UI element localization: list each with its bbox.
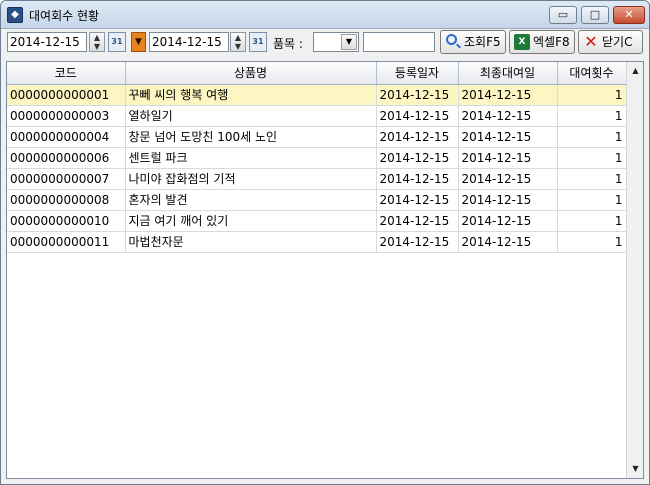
close-button[interactable]: ✕ 닫기C: [578, 30, 643, 54]
cell-product-name[interactable]: 혼자의 발견: [125, 189, 377, 211]
chevron-down-icon[interactable]: ▼: [341, 34, 357, 50]
cell-registered-date[interactable]: 2014-12-15: [376, 210, 459, 232]
cell-rental-count[interactable]: 1: [557, 231, 627, 253]
range-arrow-button[interactable]: ▼: [131, 32, 146, 52]
category-label: 품목 :: [273, 37, 303, 51]
toolbar: 2014-12-15 ▲ ▼ 31 ▼ 2014-12-15 ▲ ▼ 31 품목…: [1, 29, 649, 57]
vertical-scrollbar[interactable]: ▲ ▼: [626, 62, 643, 478]
column-header-last-rental-date[interactable]: 최종대여일: [458, 62, 558, 85]
spin-down-icon[interactable]: ▼: [231, 42, 245, 51]
cell-code[interactable]: 0000000000008: [7, 189, 126, 211]
excel-button-label: 엑셀F8: [533, 35, 570, 49]
table-row[interactable]: 0000000000007 나미야 잡화점의 기적 2014-12-15 201…: [7, 168, 627, 190]
calendar-icon[interactable]: 31: [108, 32, 126, 52]
cell-registered-date[interactable]: 2014-12-15: [376, 84, 459, 106]
cell-rental-count[interactable]: 1: [557, 168, 627, 190]
cell-product-name[interactable]: 열하일기: [125, 105, 377, 127]
cell-registered-date[interactable]: 2014-12-15: [376, 168, 459, 190]
cell-last-rental-date[interactable]: 2014-12-15: [458, 105, 558, 127]
table-row[interactable]: 0000000000010 지금 여기 깨어 있기 2014-12-15 201…: [7, 210, 627, 232]
scroll-up-icon[interactable]: ▲: [628, 63, 643, 79]
cell-registered-date[interactable]: 2014-12-15: [376, 105, 459, 127]
cell-last-rental-date[interactable]: 2014-12-15: [458, 168, 558, 190]
app-window: ◆ 대여회수 현황 ▭ □ ✕ 2014-12-15 ▲ ▼ 31 ▼ 2014…: [0, 0, 650, 485]
table-row[interactable]: 0000000000006 센트럴 파크 2014-12-15 2014-12-…: [7, 147, 627, 169]
category-select[interactable]: ▼: [313, 32, 359, 52]
date-from-spinner[interactable]: ▲ ▼: [89, 32, 105, 52]
cell-registered-date[interactable]: 2014-12-15: [376, 189, 459, 211]
cell-rental-count[interactable]: 1: [557, 105, 627, 127]
close-button-label: 닫기C: [602, 35, 633, 49]
table-row[interactable]: 0000000000004 창문 넘어 도망친 100세 노인 2014-12-…: [7, 126, 627, 148]
cell-last-rental-date[interactable]: 2014-12-15: [458, 126, 558, 148]
cell-rental-count[interactable]: 1: [557, 189, 627, 211]
cell-rental-count[interactable]: 1: [557, 147, 627, 169]
cell-code[interactable]: 0000000000010: [7, 210, 126, 232]
cell-product-name[interactable]: 센트럴 파크: [125, 147, 377, 169]
table-row[interactable]: 0000000000011 마법천자문 2014-12-15 2014-12-1…: [7, 231, 627, 253]
search-input[interactable]: [363, 32, 435, 52]
cell-code[interactable]: 0000000000001: [7, 84, 126, 106]
title-bar[interactable]: ◆ 대여회수 현황 ▭ □ ✕: [1, 1, 649, 29]
calendar-icon[interactable]: 31: [249, 32, 267, 52]
column-header-product-name[interactable]: 상품명: [125, 62, 377, 85]
cell-registered-date[interactable]: 2014-12-15: [376, 126, 459, 148]
cell-last-rental-date[interactable]: 2014-12-15: [458, 147, 558, 169]
excel-icon: X: [514, 34, 530, 50]
cell-registered-date[interactable]: 2014-12-15: [376, 147, 459, 169]
close-icon: ✕: [584, 32, 598, 51]
window-title: 대여회수 현황: [29, 9, 100, 23]
cell-product-name[interactable]: 꾸뻬 씨의 행복 여행: [125, 84, 377, 106]
search-button-label: 조회F5: [464, 35, 501, 49]
cell-code[interactable]: 0000000000011: [7, 231, 126, 253]
date-to-field[interactable]: 2014-12-15: [149, 32, 229, 52]
column-header-registered-date[interactable]: 등록일자: [376, 62, 459, 85]
cell-product-name[interactable]: 창문 넘어 도망친 100세 노인: [125, 126, 377, 148]
table-row[interactable]: 0000000000001 꾸뻬 씨의 행복 여행 2014-12-15 201…: [7, 84, 627, 106]
cell-product-name[interactable]: 나미야 잡화점의 기적: [125, 168, 377, 190]
data-table: 코드 상품명 등록일자 최종대여일 대여횟수 0000000000001 꾸뻬 …: [7, 62, 627, 253]
cell-rental-count[interactable]: 1: [557, 84, 627, 106]
search-button[interactable]: 조회F5: [440, 30, 506, 54]
spin-down-icon[interactable]: ▼: [90, 42, 104, 51]
maximize-button[interactable]: □: [581, 6, 609, 24]
minimize-button[interactable]: ▭: [549, 6, 577, 24]
app-icon: ◆: [7, 7, 23, 23]
rental-count-grid[interactable]: 코드 상품명 등록일자 최종대여일 대여횟수 0000000000001 꾸뻬 …: [6, 61, 644, 479]
cell-product-name[interactable]: 지금 여기 깨어 있기: [125, 210, 377, 232]
search-icon: [446, 34, 457, 45]
cell-last-rental-date[interactable]: 2014-12-15: [458, 189, 558, 211]
date-to-spinner[interactable]: ▲ ▼: [230, 32, 246, 52]
cell-rental-count[interactable]: 1: [557, 126, 627, 148]
cell-code[interactable]: 0000000000007: [7, 168, 126, 190]
cell-code[interactable]: 0000000000006: [7, 147, 126, 169]
cell-registered-date[interactable]: 2014-12-15: [376, 231, 459, 253]
table-row[interactable]: 0000000000008 혼자의 발견 2014-12-15 2014-12-…: [7, 189, 627, 211]
cell-rental-count[interactable]: 1: [557, 210, 627, 232]
spin-up-icon[interactable]: ▲: [231, 33, 245, 42]
cell-product-name[interactable]: 마법천자문: [125, 231, 377, 253]
cell-last-rental-date[interactable]: 2014-12-15: [458, 210, 558, 232]
cell-last-rental-date[interactable]: 2014-12-15: [458, 84, 558, 106]
column-header-code[interactable]: 코드: [7, 62, 126, 85]
cell-code[interactable]: 0000000000004: [7, 126, 126, 148]
cell-last-rental-date[interactable]: 2014-12-15: [458, 231, 558, 253]
scroll-down-icon[interactable]: ▼: [628, 461, 643, 477]
excel-button[interactable]: X 엑셀F8: [509, 30, 575, 54]
table-row[interactable]: 0000000000003 열하일기 2014-12-15 2014-12-15…: [7, 105, 627, 127]
close-window-button[interactable]: ✕: [613, 6, 645, 24]
column-header-rental-count[interactable]: 대여횟수: [557, 62, 627, 85]
date-from-field[interactable]: 2014-12-15: [7, 32, 87, 52]
spin-up-icon[interactable]: ▲: [90, 33, 104, 42]
header-row: 코드 상품명 등록일자 최종대여일 대여횟수: [7, 62, 627, 85]
cell-code[interactable]: 0000000000003: [7, 105, 126, 127]
